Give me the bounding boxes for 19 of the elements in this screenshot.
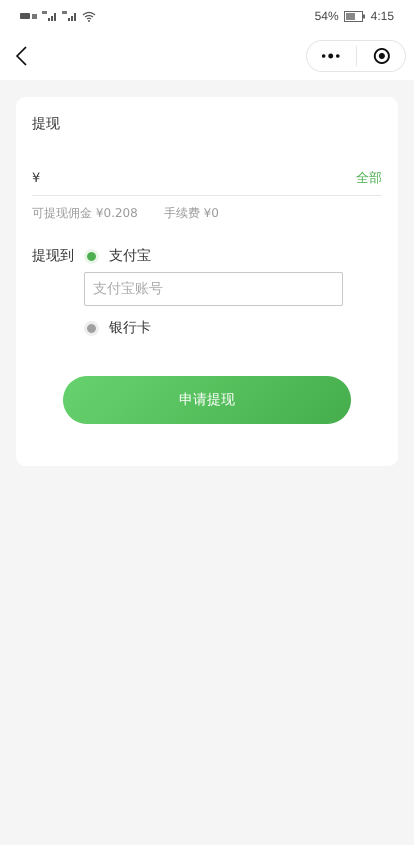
available-commission: 可提现佣金 ¥0.208 bbox=[32, 205, 138, 222]
fee-text: 手续费 ¥0 bbox=[164, 205, 219, 222]
signal-icon bbox=[62, 11, 78, 21]
amount-field[interactable]: ¥ 全部 bbox=[32, 169, 382, 196]
radio-button[interactable] bbox=[84, 248, 99, 264]
signal-icon bbox=[42, 11, 58, 21]
form-title: 提现 bbox=[32, 115, 61, 133]
back-icon[interactable] bbox=[16, 46, 27, 66]
payment-option[interactable]: 银行卡 bbox=[84, 318, 343, 338]
payment-option[interactable]: 支付宝 bbox=[84, 246, 343, 266]
clock: 4:15 bbox=[370, 9, 394, 23]
wifi-icon bbox=[82, 10, 96, 22]
radio-button[interactable] bbox=[84, 320, 99, 336]
currency-symbol: ¥ bbox=[32, 170, 40, 186]
payout-label: 提现到 bbox=[32, 247, 74, 266]
battery-icon bbox=[344, 10, 366, 22]
more-icon[interactable] bbox=[321, 53, 340, 59]
account-field[interactable]: 支付宝账号 bbox=[84, 272, 343, 306]
battery-level: 54% bbox=[314, 9, 339, 23]
